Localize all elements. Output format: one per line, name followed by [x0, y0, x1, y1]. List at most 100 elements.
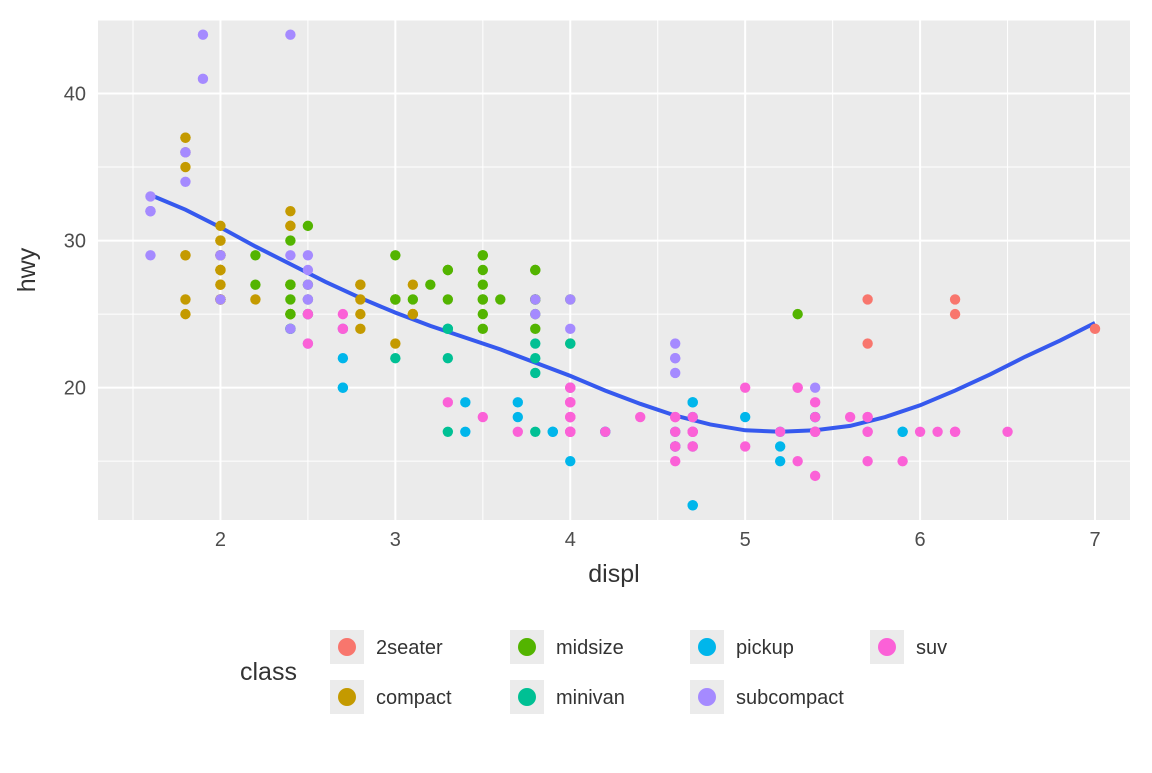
data-point — [285, 294, 295, 304]
data-point — [495, 294, 505, 304]
data-point — [565, 382, 575, 392]
data-point — [478, 280, 488, 290]
data-point — [810, 382, 820, 392]
legend-swatch — [698, 638, 716, 656]
data-point — [215, 250, 225, 260]
data-point — [845, 412, 855, 422]
y-tick-label: 30 — [64, 231, 86, 253]
legend-label: 2seater — [376, 637, 443, 659]
data-point — [635, 412, 645, 422]
data-point — [670, 427, 680, 437]
data-point — [792, 456, 802, 466]
data-point — [670, 456, 680, 466]
data-point — [180, 132, 190, 142]
data-point — [355, 324, 365, 334]
data-point — [408, 294, 418, 304]
data-point — [478, 309, 488, 319]
data-point — [478, 250, 488, 260]
data-point — [338, 382, 348, 392]
data-point — [897, 456, 907, 466]
data-point — [950, 294, 960, 304]
data-point — [443, 265, 453, 275]
data-point — [792, 309, 802, 319]
data-point — [355, 294, 365, 304]
legend-swatch — [518, 688, 536, 706]
data-point — [285, 206, 295, 216]
data-point — [548, 427, 558, 437]
data-point — [810, 397, 820, 407]
data-point — [688, 441, 698, 451]
data-point — [285, 309, 295, 319]
data-point — [285, 221, 295, 231]
data-point — [740, 382, 750, 392]
data-point — [215, 221, 225, 231]
data-point — [670, 353, 680, 363]
data-point — [513, 412, 523, 422]
data-point — [198, 74, 208, 84]
data-point — [443, 324, 453, 334]
data-point — [670, 338, 680, 348]
data-point — [478, 265, 488, 275]
legend-label: midsize — [556, 637, 624, 659]
data-point — [355, 309, 365, 319]
data-point — [862, 294, 872, 304]
x-axis-title: displ — [588, 560, 639, 588]
legend-label: subcompact — [736, 687, 844, 709]
data-point — [565, 294, 575, 304]
data-point — [600, 427, 610, 437]
data-point — [303, 309, 313, 319]
data-point — [250, 294, 260, 304]
data-point — [897, 427, 907, 437]
data-point — [180, 309, 190, 319]
data-point — [740, 412, 750, 422]
legend-swatch — [338, 688, 356, 706]
data-point — [285, 30, 295, 40]
data-point — [1002, 427, 1012, 437]
x-tick-label: 2 — [215, 529, 226, 551]
data-point — [862, 456, 872, 466]
data-point — [198, 30, 208, 40]
data-point — [775, 456, 785, 466]
data-point — [530, 309, 540, 319]
x-tick-label: 5 — [740, 529, 751, 551]
x-tick-label: 7 — [1089, 529, 1100, 551]
data-point — [530, 338, 540, 348]
data-point — [775, 441, 785, 451]
data-point — [408, 309, 418, 319]
data-point — [303, 250, 313, 260]
data-point — [810, 427, 820, 437]
legend-label: compact — [376, 687, 452, 709]
data-point — [740, 441, 750, 451]
data-point — [443, 397, 453, 407]
data-point — [443, 353, 453, 363]
data-point — [180, 147, 190, 157]
data-point — [530, 368, 540, 378]
data-point — [792, 382, 802, 392]
data-point — [478, 324, 488, 334]
data-point — [425, 280, 435, 290]
data-point — [303, 338, 313, 348]
data-point — [285, 235, 295, 245]
data-point — [915, 427, 925, 437]
x-tick-label: 3 — [390, 529, 401, 551]
data-point — [1090, 324, 1100, 334]
data-point — [390, 294, 400, 304]
data-point — [688, 500, 698, 510]
y-tick-label: 20 — [64, 378, 86, 400]
data-point — [478, 412, 488, 422]
data-point — [390, 338, 400, 348]
data-point — [215, 235, 225, 245]
data-point — [670, 368, 680, 378]
data-point — [688, 427, 698, 437]
data-point — [530, 324, 540, 334]
data-point — [862, 427, 872, 437]
data-point — [530, 427, 540, 437]
data-point — [408, 280, 418, 290]
data-point — [932, 427, 942, 437]
legend-label: suv — [916, 637, 947, 659]
scatter-smooth-chart: 234567203040displhwyclass2seatermidsizep… — [0, 0, 1152, 768]
data-point — [215, 265, 225, 275]
data-point — [810, 471, 820, 481]
data-point — [443, 427, 453, 437]
data-point — [530, 353, 540, 363]
